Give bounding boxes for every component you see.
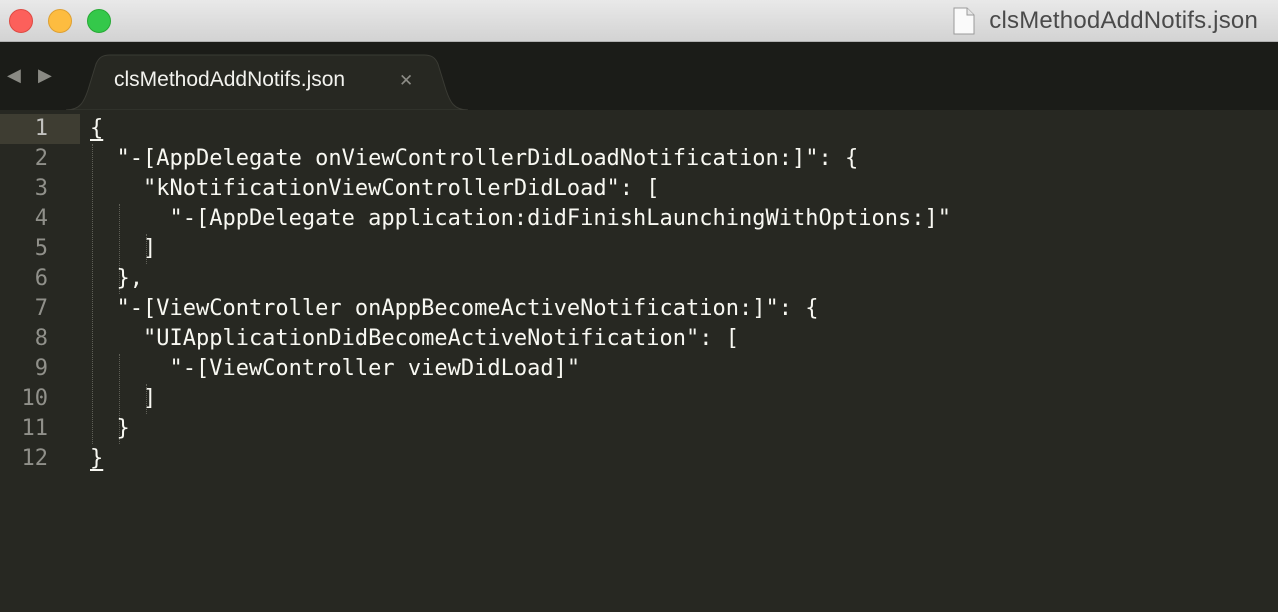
- back-arrow-icon[interactable]: ◀: [7, 66, 21, 86]
- tab-clsmethodaddnotifs[interactable]: clsMethodAddNotifs.json ✕: [66, 54, 468, 110]
- code-line[interactable]: 11 }: [0, 410, 1278, 441]
- code-line[interactable]: 9 "-[ViewController viewDidLoad]": [0, 350, 1278, 381]
- window-title: clsMethodAddNotifs.json: [989, 7, 1258, 34]
- code-line[interactable]: 7 "-[ViewController onAppBecomeActiveNot…: [0, 290, 1278, 321]
- code-text[interactable]: }: [90, 444, 103, 474]
- close-window-button[interactable]: [9, 9, 33, 33]
- code-line[interactable]: 4 "-[AppDelegate application:didFinishLa…: [0, 200, 1278, 231]
- forward-arrow-icon[interactable]: ▶: [38, 66, 52, 86]
- code-line[interactable]: 3 "kNotificationViewControllerDidLoad": …: [0, 170, 1278, 201]
- line-number: 12: [21, 446, 49, 471]
- tab-close-icon[interactable]: ✕: [399, 70, 413, 92]
- code-line[interactable]: 8 "UIApplicationDidBecomeActiveNotificat…: [0, 320, 1278, 351]
- window-title-group: clsMethodAddNotifs.json: [953, 0, 1258, 42]
- code-editor[interactable]: 1 { 2 "-[AppDelegate onViewControllerDid…: [0, 110, 1278, 612]
- code-line[interactable]: 6 },: [0, 260, 1278, 291]
- code-line[interactable]: 10 ]: [0, 380, 1278, 411]
- tab-bar: ◀ ▶ clsMethodAddNotifs.json ✕: [0, 42, 1278, 110]
- minimize-window-button[interactable]: [48, 9, 72, 33]
- tab-label: clsMethodAddNotifs.json: [114, 68, 346, 91]
- code-line[interactable]: 1 {: [0, 110, 1278, 144]
- document-icon: [953, 7, 975, 35]
- editor-window: clsMethodAddNotifs.json ◀ ▶ clsMethodAdd…: [0, 0, 1278, 612]
- title-bar: clsMethodAddNotifs.json: [0, 0, 1278, 42]
- code-line[interactable]: 2 "-[AppDelegate onViewControllerDidLoad…: [0, 140, 1278, 171]
- zoom-window-button[interactable]: [87, 9, 111, 33]
- code-line[interactable]: 5 ]: [0, 230, 1278, 261]
- code-line[interactable]: 12 }: [0, 440, 1278, 471]
